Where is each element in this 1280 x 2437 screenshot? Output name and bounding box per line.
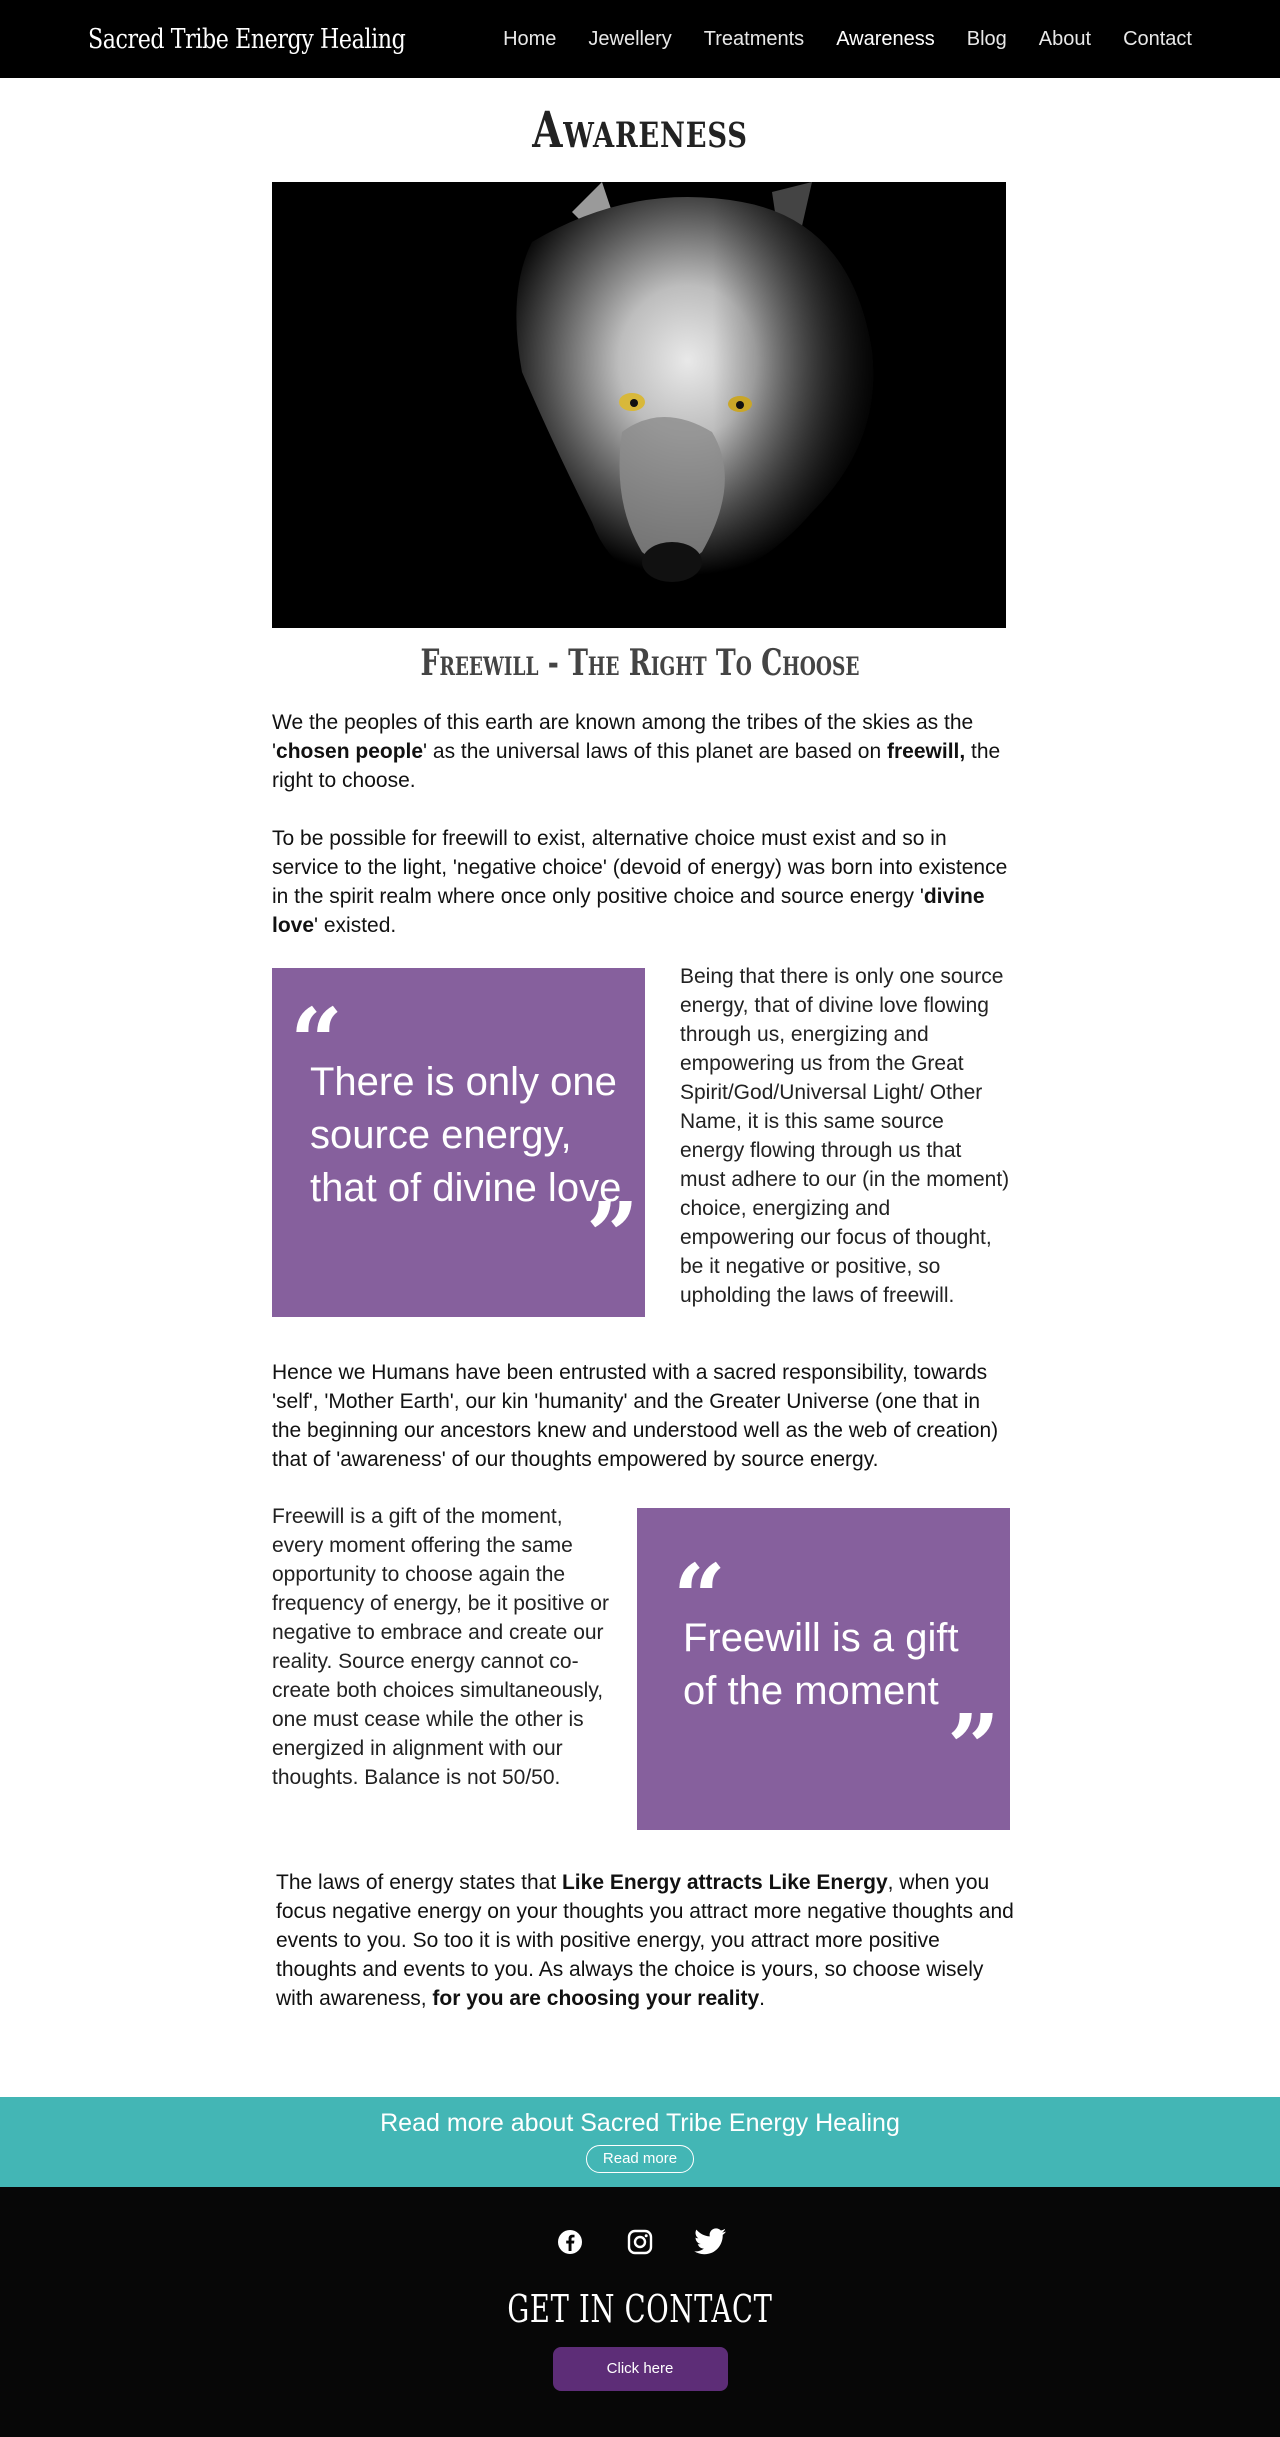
quote-text: Freewill is a gift of the moment <box>683 1616 959 1713</box>
social-links <box>0 2225 1280 2259</box>
freewill-paragraph: To be possible for freewill to exist, al… <box>272 827 1008 937</box>
nav-about[interactable]: About <box>1023 28 1107 51</box>
read-more-button[interactable]: Read more <box>585 2145 695 2173</box>
contact-button[interactable]: Click here <box>552 2347 728 2391</box>
nav-home[interactable]: Home <box>487 28 572 51</box>
page-title: Awareness <box>532 100 748 159</box>
site-header: Sacred Tribe Energy Healing Home Jewelle… <box>0 0 1280 78</box>
intro-paragraph: We the peoples of this earth are known a… <box>272 711 1001 792</box>
wolf-illustration <box>272 182 1006 628</box>
instagram-icon[interactable] <box>623 2225 657 2259</box>
section-heading: Freewill - The Right To Choose <box>420 642 860 684</box>
responsibility-paragraph: Hence we Humans have been entrusted with… <box>272 1361 999 1471</box>
read-more-title: Read more about Sacred Tribe Energy Heal… <box>380 2109 900 2137</box>
main-content: Awareness Freewill - The Right To Choose… <box>270 100 1014 2013</box>
quote-row-2: Freewill is a gift of the moment, every … <box>270 1505 1010 1830</box>
site-brand[interactable]: Sacred Tribe Energy Healing <box>88 24 406 55</box>
hero-image-wolf <box>272 182 1006 628</box>
close-quote-icon: ” <box>947 1694 1000 1802</box>
close-quote-icon: ” <box>586 1182 639 1290</box>
nav-blog[interactable]: Blog <box>951 28 1023 51</box>
facebook-icon[interactable] <box>553 2225 587 2259</box>
nav-treatments[interactable]: Treatments <box>688 28 820 51</box>
laws-of-energy-paragraph: The laws of energy states that Like Ener… <box>276 1871 1014 2010</box>
gift-paragraph: Freewill is a gift of the moment, every … <box>272 1505 609 1789</box>
main-nav: Home Jewellery Treatments Awareness Blog… <box>487 28 1208 51</box>
twitter-icon[interactable] <box>693 2225 727 2259</box>
footer-heading: GET IN CONTACT <box>507 2287 773 2331</box>
read-more-band: Read more about Sacred Tribe Energy Heal… <box>0 2097 1280 2187</box>
source-energy-paragraph: Being that there is only one source ener… <box>680 965 1010 1307</box>
nav-contact[interactable]: Contact <box>1107 28 1208 51</box>
site-footer: GET IN CONTACT Click here <box>0 2187 1280 2437</box>
nav-jewellery[interactable]: Jewellery <box>572 28 687 51</box>
quote-box-source-energy: “ There is only one source energy, that … <box>272 968 645 1317</box>
quote-row-1: “ There is only one source energy, that … <box>270 965 1010 1317</box>
quote-box-freewill: “ Freewill is a gift of the moment ” <box>637 1508 1010 1830</box>
nav-awareness[interactable]: Awareness <box>820 28 951 51</box>
